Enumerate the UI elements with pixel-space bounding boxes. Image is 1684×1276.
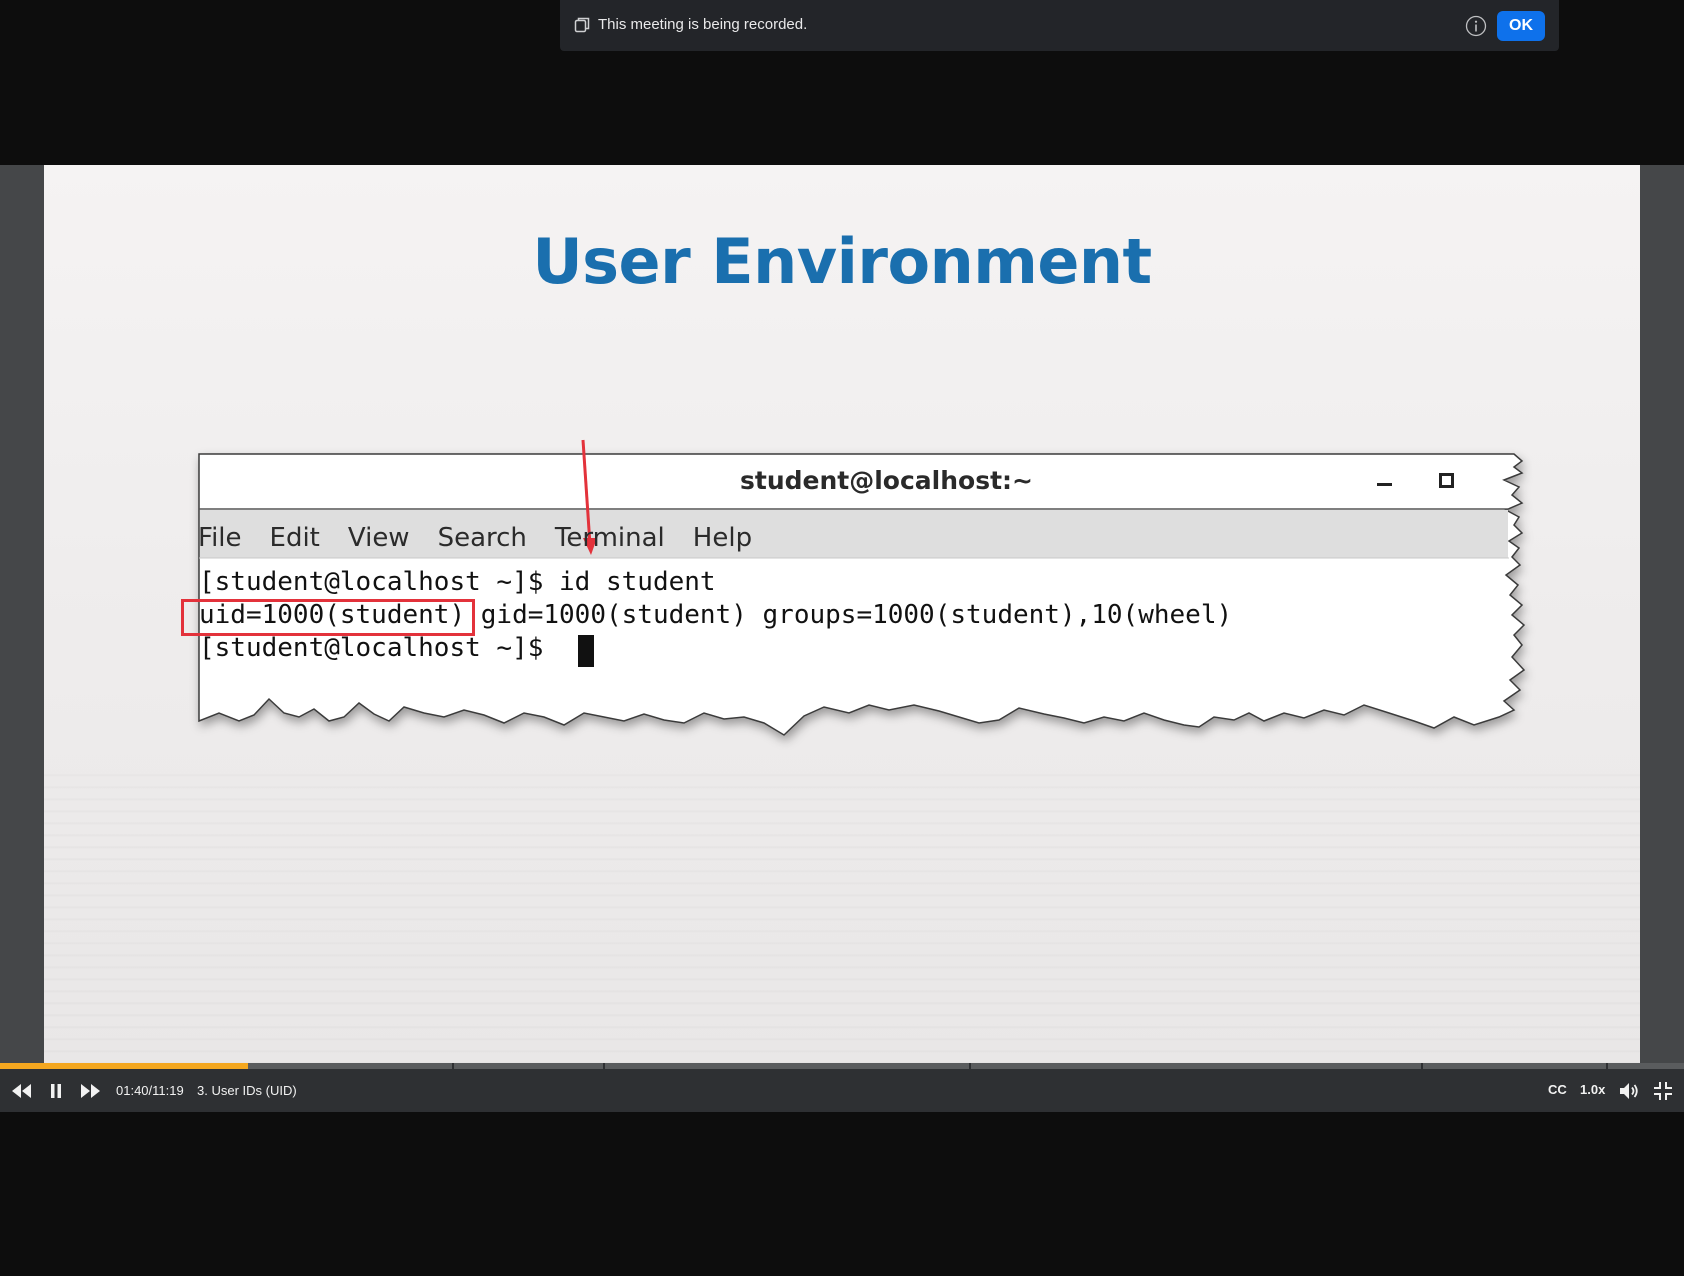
forward-icon[interactable] xyxy=(78,1079,102,1103)
chapter-title: 3. User IDs (UID) xyxy=(197,1083,297,1098)
terminal-window-title: student@localhost:~ xyxy=(740,466,1033,495)
terminal-line-prompt: [student@localhost ~]$ xyxy=(199,633,560,663)
uid-highlight-box xyxy=(181,599,475,636)
terminal-menu-bar: File Edit View Search Terminal Help xyxy=(198,523,780,563)
info-icon[interactable] xyxy=(1465,15,1487,37)
pause-icon[interactable] xyxy=(44,1079,68,1103)
playback-time: 01:40/11:19 xyxy=(116,1083,184,1098)
recording-icon xyxy=(574,17,590,33)
exit-fullscreen-icon[interactable] xyxy=(1651,1079,1675,1103)
captions-button[interactable]: CC xyxy=(1548,1082,1567,1097)
player-controls: 01:40/11:19 3. User IDs (UID) CC 1.0x xyxy=(0,1069,1684,1112)
speed-button[interactable]: 1.0x xyxy=(1580,1082,1605,1097)
ok-button[interactable]: OK xyxy=(1497,11,1545,41)
menu-help: Help xyxy=(692,523,753,553)
menu-terminal: Terminal xyxy=(554,523,665,553)
terminal-cursor xyxy=(578,635,594,667)
menu-view: View xyxy=(347,523,410,553)
minimize-icon xyxy=(1377,483,1392,486)
menu-search: Search xyxy=(437,523,527,553)
menu-file: File xyxy=(198,523,242,553)
recording-banner: This meeting is being recorded. OK xyxy=(560,0,1559,51)
terminal-line-command: [student@localhost ~]$ id student xyxy=(199,567,716,597)
rewind-icon[interactable] xyxy=(10,1079,34,1103)
volume-icon[interactable] xyxy=(1617,1079,1641,1103)
menu-edit: Edit xyxy=(269,523,320,553)
slide: User Environment student@localhost:~ Fil… xyxy=(44,165,1640,1063)
recording-message: This meeting is being recorded. xyxy=(598,16,808,33)
maximize-icon xyxy=(1439,473,1454,488)
